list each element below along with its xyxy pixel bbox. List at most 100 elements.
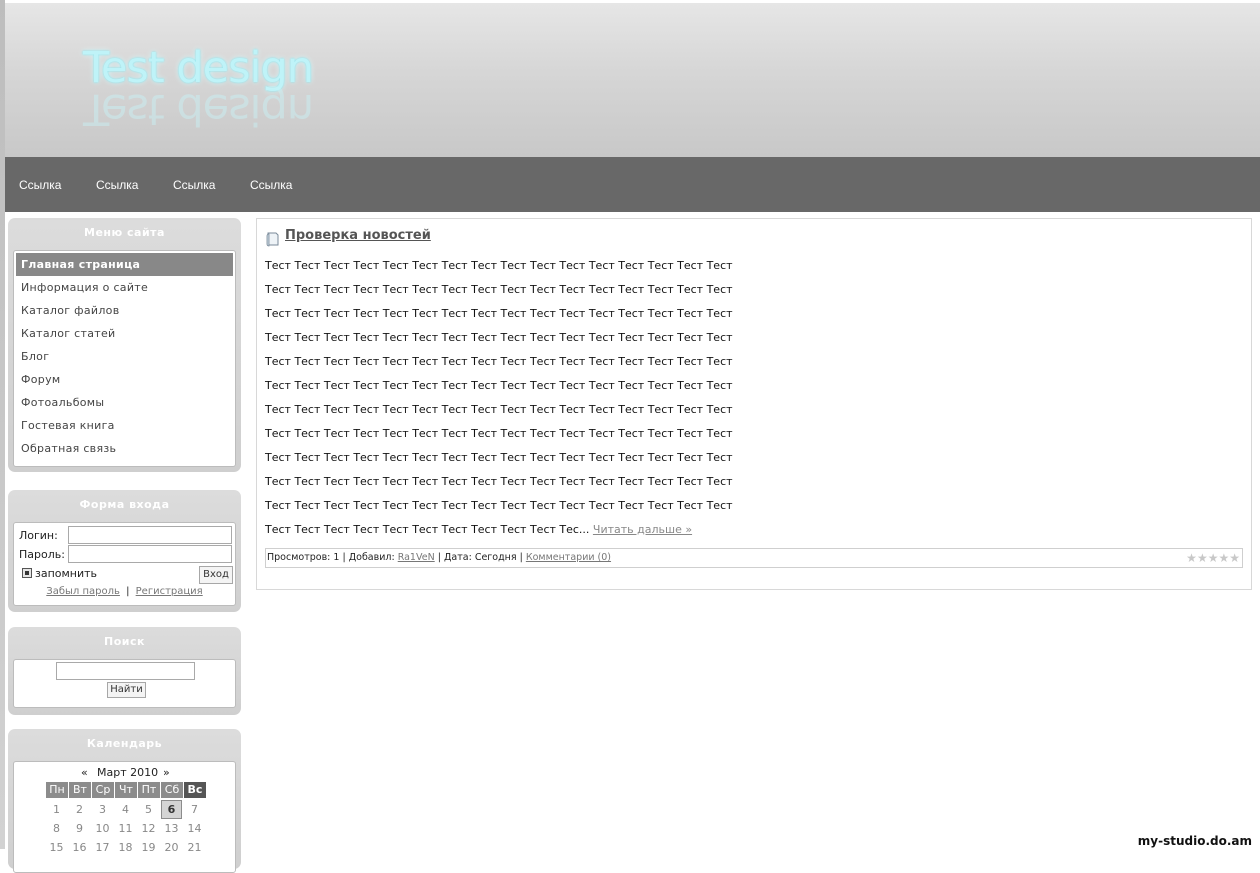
calendar-day[interactable]: 18 <box>115 839 136 856</box>
password-input[interactable] <box>68 545 232 563</box>
menu-item-photos[interactable]: Фотоальбомы <box>14 391 235 414</box>
search-submit-button[interactable]: Найти <box>107 682 146 698</box>
views-label: Просмотров: <box>267 552 331 563</box>
star-icon[interactable]: ★ <box>1186 552 1197 564</box>
calendar-next-button[interactable]: » <box>163 766 170 779</box>
site-logo[interactable]: Test design Test design <box>83 43 343 134</box>
calendar-day[interactable]: 11 <box>115 820 136 837</box>
post-meta-bar: Просмотров: 1 | Добавил: Ra1VeN | Дата: … <box>265 548 1243 568</box>
search-form: Найти <box>13 659 236 708</box>
star-icon[interactable]: ★ <box>1197 552 1208 564</box>
calendar-prev-button[interactable]: « <box>81 766 88 779</box>
calendar-day[interactable]: 10 <box>92 820 113 837</box>
calendar-weekday-thu: Чт <box>115 782 137 798</box>
post-text-line: Тест Тест Тест Тест Тест Тест Тест Тест … <box>265 403 733 416</box>
post-text-line: Тест Тест Тест Тест Тест Тест Тест Тест … <box>265 307 733 320</box>
calendar-weekday-sun: Вс <box>184 782 206 798</box>
calendar-day[interactable]: 17 <box>92 839 113 856</box>
login-label: Логин: <box>19 529 58 542</box>
post-text-line: Тест Тест Тест Тест Тест Тест Тест Тест … <box>265 331 733 344</box>
calendar-day[interactable]: 16 <box>69 839 90 856</box>
read-more-link[interactable]: Читать дальше » <box>593 523 692 536</box>
nav-link-2[interactable]: Ссылка <box>96 178 138 192</box>
calendar-day[interactable]: 21 <box>184 839 205 856</box>
author-link[interactable]: Ra1VeN <box>398 552 435 563</box>
calendar-day[interactable]: 14 <box>184 820 205 837</box>
calendar-day[interactable]: 19 <box>138 839 159 856</box>
search-title: Поиск <box>104 635 145 648</box>
star-icon[interactable]: ★ <box>1208 552 1219 564</box>
watermark-text: my-studio.do.am <box>1135 834 1254 848</box>
calendar-body: « Март 2010 » Пн Вт Ср Чт Пт Сб Вс 1 2 3… <box>13 761 236 873</box>
post-text-truncated: Тест Тест Тест Тест Тест Тест Тест Тест … <box>265 523 590 536</box>
meta-separator: | <box>342 552 346 563</box>
post-date: Сегодня <box>474 552 517 563</box>
calendar-day[interactable]: 2 <box>69 801 90 818</box>
login-form: Логин: Пароль: запомнить Вход Забыл паро… <box>13 522 236 606</box>
menu-item-blog[interactable]: Блог <box>14 345 235 368</box>
menu-item-forum[interactable]: Форум <box>14 368 235 391</box>
site-menu-block: Меню сайта Главная страница Информация о… <box>8 218 241 472</box>
nav-link-4[interactable]: Ссылка <box>250 178 292 192</box>
post-text-line: Тест Тест Тест Тест Тест Тест Тест Тест … <box>265 259 733 272</box>
calendar-block: Календарь « Март 2010 » Пн Вт Ср Чт Пт С… <box>8 729 241 873</box>
post-text-line: Тест Тест Тест Тест Тест Тест Тест Тест … <box>265 451 733 464</box>
calendar-month-label[interactable]: Март 2010 <box>97 766 158 779</box>
calendar-day[interactable]: 8 <box>46 820 67 837</box>
calendar-day[interactable]: 5 <box>138 801 159 818</box>
post-text-line: Тест Тест Тест Тест Тест Тест Тест Тест … <box>265 355 733 368</box>
star-icon[interactable]: ★ <box>1218 552 1229 564</box>
forgot-password-link[interactable]: Забыл пароль <box>46 586 120 597</box>
post-text-line: Тест Тест Тест Тест Тест Тест Тест Тест … <box>265 499 733 512</box>
calendar-weekday-wed: Ср <box>92 782 114 798</box>
post-text-line: Тест Тест Тест Тест Тест Тест Тест Тест … <box>265 475 733 488</box>
calendar-day[interactable]: 1 <box>46 801 67 818</box>
calendar-day-today[interactable]: 6 <box>161 800 182 819</box>
news-post: Проверка новостей Тест Тест Тест Тест Те… <box>256 218 1252 590</box>
menu-item-home[interactable]: Главная страница <box>16 253 233 276</box>
news-document-icon <box>266 232 279 247</box>
views-count: 1 <box>333 552 340 563</box>
menu-item-articles[interactable]: Каталог статей <box>14 322 235 345</box>
site-menu-list: Главная страница Информация о сайте Ката… <box>13 250 236 467</box>
site-menu-title: Меню сайта <box>84 226 165 239</box>
post-text-line: Тест Тест Тест Тест Тест Тест Тест Тест … <box>265 427 733 440</box>
rating-stars[interactable]: ★ ★ ★ ★ ★ <box>1186 552 1240 564</box>
checkbox-mark-icon <box>25 571 29 575</box>
register-link[interactable]: Регистрация <box>136 586 203 597</box>
login-submit-button[interactable]: Вход <box>199 566 233 584</box>
calendar-day[interactable]: 9 <box>69 820 90 837</box>
calendar-day[interactable]: 4 <box>115 801 136 818</box>
meta-separator: | <box>437 552 441 563</box>
login-links: Забыл пароль | Регистрация <box>14 586 235 597</box>
post-title-link[interactable]: Проверка новостей <box>285 228 431 243</box>
meta-separator: | <box>519 552 523 563</box>
menu-item-feedback[interactable]: Обратная связь <box>14 437 235 460</box>
calendar-day[interactable]: 15 <box>46 839 67 856</box>
search-input[interactable] <box>56 662 195 680</box>
calendar-weekday-sat: Сб <box>161 782 183 798</box>
calendar-day[interactable]: 12 <box>138 820 159 837</box>
search-block: Поиск Найти <box>8 627 241 715</box>
login-input[interactable] <box>68 526 232 544</box>
login-links-separator: | <box>126 586 130 597</box>
calendar-day[interactable]: 3 <box>92 801 113 818</box>
menu-item-files[interactable]: Каталог файлов <box>14 299 235 322</box>
added-by-label: Добавил: <box>348 552 395 563</box>
menu-item-guestbook[interactable]: Гостевая книга <box>14 414 235 437</box>
nav-link-1[interactable]: Ссылка <box>19 178 61 192</box>
calendar-title: Календарь <box>86 737 163 750</box>
menu-item-about[interactable]: Информация о сайте <box>14 276 235 299</box>
calendar-day[interactable]: 7 <box>184 801 205 818</box>
star-icon[interactable]: ★ <box>1229 552 1240 564</box>
calendar-day[interactable]: 13 <box>161 820 182 837</box>
calendar-weekday-mon: Пн <box>46 782 68 798</box>
calendar-day[interactable]: 20 <box>161 839 182 856</box>
date-label: Дата: <box>443 552 472 563</box>
remember-checkbox[interactable] <box>22 568 32 578</box>
comments-link[interactable]: Комментарии (0) <box>526 552 611 563</box>
password-label: Пароль: <box>19 548 65 561</box>
post-text-last-line: Тест Тест Тест Тест Тест Тест Тест Тест … <box>265 523 692 536</box>
nav-link-3[interactable]: Ссылка <box>173 178 215 192</box>
login-title: Форма входа <box>79 498 170 511</box>
